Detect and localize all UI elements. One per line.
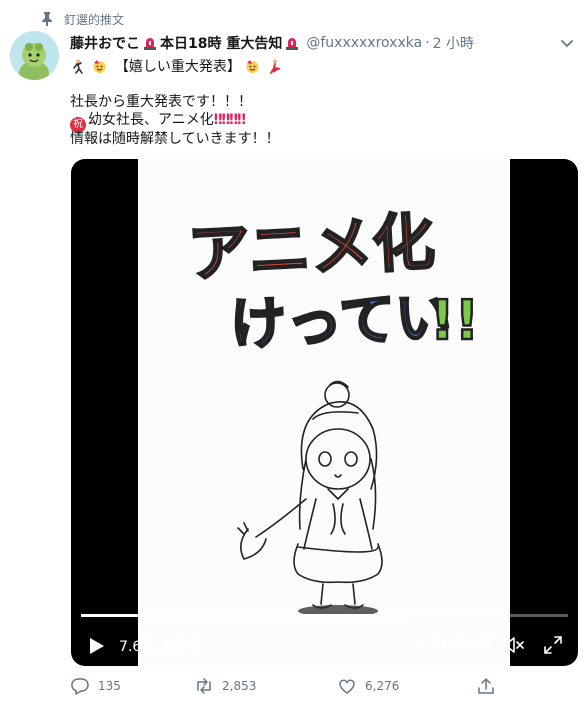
video-view-count: 7.6萬 次觀看 [119, 639, 202, 655]
video-title-line-2: けってい [229, 285, 452, 358]
tweet-actions: 135 2,853 6,276 [70, 676, 510, 698]
video-title-bang: !! [430, 289, 479, 352]
like-button[interactable]: 6,276 [337, 676, 399, 696]
girl-illustration [237, 380, 383, 609]
party-face-icon [92, 59, 107, 74]
video-time: 0:04 / 0:06 [417, 636, 494, 652]
tweet-text-line-4: 情報は随時解禁していきます！！ [70, 131, 280, 147]
retweet-icon [197, 678, 211, 694]
header-separator: · [425, 35, 430, 51]
reply-icon [71, 678, 89, 695]
video-frame: アニメ化 けってい !! [138, 159, 510, 666]
share-icon [478, 678, 494, 694]
video-controls: 7.6萬 次觀看 0:04 / 0:06 [71, 629, 578, 661]
video-progress-bar[interactable] [81, 614, 568, 617]
retweet-button[interactable]: 2,853 [194, 676, 256, 696]
siren-icon [285, 36, 299, 50]
siren-icon [143, 36, 157, 50]
share-button[interactable] [476, 676, 496, 696]
dancer-woman-icon [268, 59, 283, 74]
video-player[interactable]: アニメ化 けってい !! 7.6萬 次觀看 0:04 / 0:06 [71, 159, 578, 666]
fullscreen-icon[interactable] [543, 635, 563, 655]
party-face-icon [245, 59, 260, 74]
tweet-line-1-text: 【嬉しい重大発表】 [114, 59, 241, 75]
author-name[interactable]: 藤井おでこ [70, 33, 140, 53]
pin-icon [40, 12, 54, 26]
video-progress-fill [81, 614, 406, 617]
author-handle[interactable]: @fuxxxxxroxxka [306, 35, 422, 51]
video-illustration: アニメ化 けってい !! [185, 204, 481, 617]
tweet-text-line-2: 社長から重大発表です！！！ [70, 94, 252, 110]
tweet-header: 藤井おでこ 本日18時 重大告知 @fuxxxxxroxxka · 2 小時 [70, 33, 474, 53]
reply-count: 135 [98, 679, 121, 693]
heart-icon [339, 679, 355, 694]
tweet-timestamp[interactable]: 2 小時 [433, 33, 474, 53]
tweet-line-3-text: 幼女社長、アニメ化 [88, 112, 214, 128]
dancer-man-icon [70, 59, 85, 74]
video-title-line-1: アニメ化 [186, 205, 436, 291]
mute-icon[interactable] [503, 635, 525, 655]
double-exclamation-marks: ‼‼‼‼ [213, 112, 246, 128]
avatar[interactable] [10, 31, 59, 80]
play-icon[interactable] [87, 637, 105, 655]
pinned-tweet-label: 釘選的推文 [40, 10, 124, 28]
author-name-suffix[interactable]: 本日18時 重大告知 [160, 33, 282, 53]
like-count: 6,276 [365, 679, 400, 693]
tweet-text-line-1: 【嬉しい重大発表】 [70, 57, 286, 77]
reply-button[interactable]: 135 [70, 676, 121, 696]
pinned-label-text: 釘選的推文 [64, 12, 125, 27]
more-options-icon[interactable] [558, 36, 576, 52]
retweet-count: 2,853 [222, 679, 257, 693]
